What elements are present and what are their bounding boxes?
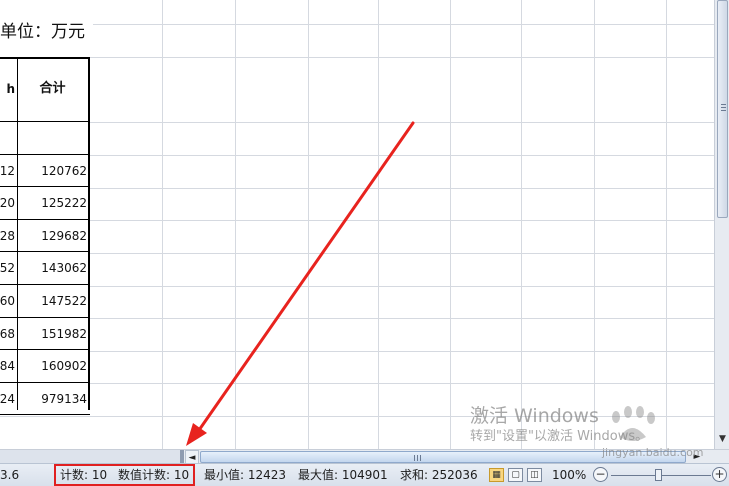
zoom-slider-thumb[interactable]: [655, 469, 662, 481]
table-cell[interactable]: 143062: [18, 252, 88, 284]
grid-line: [162, 0, 163, 449]
data-table: h 合计 12 120762 20 125222 28 129682 52 14…: [0, 57, 90, 416]
grip-line: [721, 110, 726, 111]
grid-line: [666, 0, 667, 449]
grid-line: [521, 0, 522, 449]
table-cell[interactable]: 129682: [18, 220, 88, 252]
table-border: [17, 57, 18, 410]
grid-line: [235, 0, 236, 449]
tab-split-handle[interactable]: [180, 450, 184, 464]
zoom-out-icon[interactable]: −: [593, 467, 608, 482]
table-row: [0, 122, 90, 155]
table-header-row: h 合计: [0, 57, 90, 122]
spreadsheet-grid[interactable]: 单位：万元 h 合计 12 120762 20 125222 28 129682…: [0, 0, 714, 449]
table-cell[interactable]: 68: [0, 318, 17, 350]
vertical-scrollbar[interactable]: ▼: [714, 0, 729, 449]
grid-line: [0, 122, 714, 123]
status-bar: 3.6 计数: 10 数值计数: 10 最小值: 12423 最大值: 1049…: [0, 463, 729, 486]
table-row: 84 160902: [0, 350, 90, 383]
table-row: 24 979134: [0, 383, 90, 416]
table-cell[interactable]: 151982: [18, 318, 88, 350]
grid-line: [450, 0, 451, 449]
grid-line: [0, 188, 714, 189]
status-sum[interactable]: 求和: 252036: [400, 464, 478, 486]
grid-line: [0, 57, 714, 58]
table-cell[interactable]: 84: [0, 350, 17, 382]
zoom-level[interactable]: 100%: [552, 464, 586, 486]
watermark-site: jingyan.baidu.com: [602, 446, 704, 459]
table-border: [0, 57, 90, 59]
table-cell[interactable]: 60: [0, 285, 17, 317]
grip-line: [721, 107, 726, 108]
table-border: [88, 57, 90, 410]
normal-view-icon[interactable]: ▦: [489, 468, 504, 482]
grid-line: [594, 0, 595, 449]
grip-line: [414, 455, 415, 461]
grid-line: [0, 351, 714, 352]
table-cell[interactable]: 147522: [18, 285, 88, 317]
table-row: 12 120762: [0, 155, 90, 188]
grid-line: [0, 253, 714, 254]
table-cell[interactable]: h: [0, 57, 17, 121]
table-cell[interactable]: 52: [0, 252, 17, 284]
page-layout-view-icon[interactable]: ▢: [508, 468, 523, 482]
zoom-in-icon[interactable]: +: [712, 467, 727, 482]
sheet-tab-area[interactable]: [0, 450, 180, 464]
table-row: 60 147522: [0, 285, 90, 318]
table-cell[interactable]: [18, 122, 88, 154]
grid-line: [0, 383, 714, 384]
table-row: 20 125222: [0, 187, 90, 220]
grid-line: [0, 24, 714, 25]
grid-line: [0, 220, 714, 221]
table-cell[interactable]: 125222: [18, 187, 88, 219]
vertical-scroll-thumb[interactable]: [717, 0, 728, 218]
grid-line: [308, 0, 309, 449]
table-row: 68 151982: [0, 318, 90, 351]
status-cut-value: 3.6: [0, 468, 20, 482]
grip-line: [721, 104, 726, 105]
grip-line: [417, 455, 418, 461]
table-cell[interactable]: 12: [0, 155, 17, 187]
table-cell[interactable]: 28: [0, 220, 17, 252]
status-max[interactable]: 最大值: 104901: [298, 464, 388, 486]
grid-line: [0, 318, 714, 319]
table-cell[interactable]: 20: [0, 187, 17, 219]
status-min[interactable]: 最小值: 12423: [204, 464, 286, 486]
grid-line: [0, 286, 714, 287]
table-cell[interactable]: 120762: [18, 155, 88, 187]
baidu-paw-logo-icon: [612, 406, 655, 441]
table-cell[interactable]: [0, 122, 17, 154]
table-row: 28 129682: [0, 220, 90, 253]
table-header-total[interactable]: 合计: [18, 57, 88, 121]
scroll-down-arrow-icon[interactable]: ▼: [716, 432, 729, 446]
table-cell[interactable]: 160902: [18, 350, 88, 382]
grid-line: [378, 0, 379, 449]
grip-line: [420, 455, 421, 461]
unit-label[interactable]: 单位：万元: [0, 18, 93, 46]
scroll-left-arrow-icon[interactable]: ◄: [185, 450, 199, 464]
table-cell[interactable]: 24: [0, 383, 17, 415]
highlight-box: [54, 464, 195, 486]
page-break-view-icon[interactable]: ◫: [527, 468, 542, 482]
table-row: 52 143062: [0, 252, 90, 285]
grid-line: [0, 155, 714, 156]
table-cell[interactable]: 979134: [18, 383, 88, 415]
